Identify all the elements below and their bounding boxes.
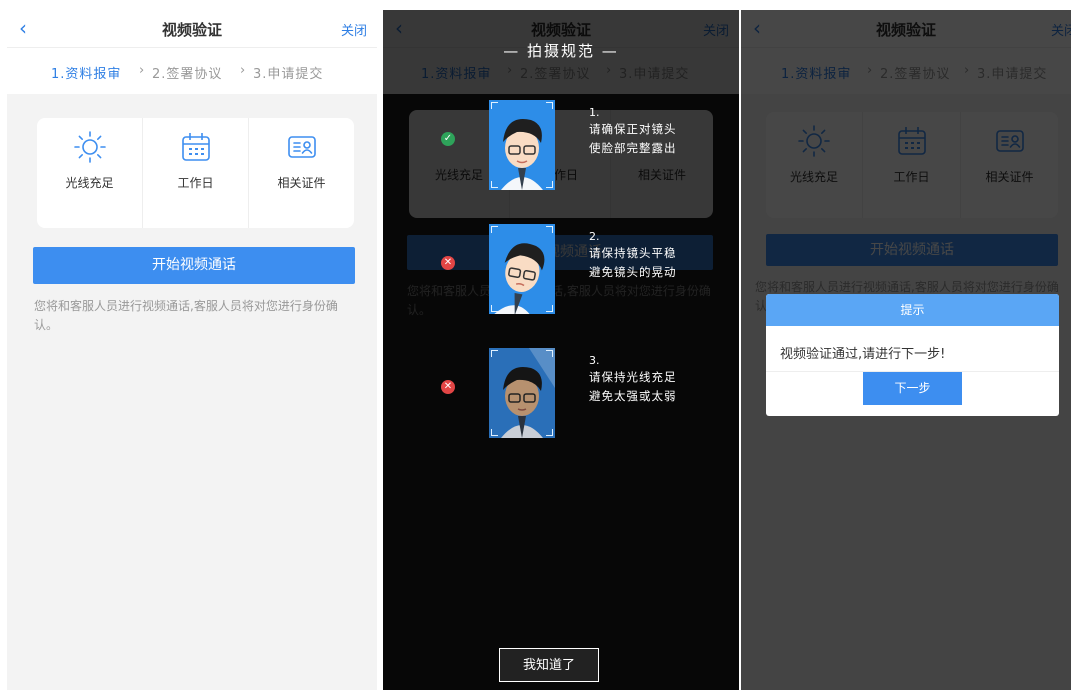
rule-text: 使脸部完整露出 <box>589 141 677 155</box>
guide-rule-1: ✓ 1. 请确保正对镜头 使脸部完整露出 <box>383 100 739 195</box>
guide-rule-2: ✕ 2. 请保持镜头平稳 避免镜头的晃动 <box>383 224 739 322</box>
face-illustration <box>489 348 555 438</box>
close-button[interactable]: 关闭 <box>341 20 367 39</box>
verify-success-screen: ‹ 视频验证 关闭 1.资料报审 › 2.签署协议 › 3.申请提交 光线充足 <box>741 10 1071 690</box>
requirement-light: 光线充足 <box>37 118 143 228</box>
id-card-icon <box>287 136 316 158</box>
face-illustration <box>489 224 555 322</box>
rule-text: 请保持光线充足 <box>589 370 677 384</box>
guide-screen: ‹ 视频验证 关闭 1.资料报审 › 2.签署协议 › 3.申请提交 光线充足 … <box>383 10 739 690</box>
requirement-label: 相关证件 <box>277 176 326 190</box>
rule-text: 避免太强或太弱 <box>589 389 677 403</box>
sun-icon <box>73 131 106 163</box>
rule-text: 避免镜头的晃动 <box>589 265 677 279</box>
requirement-workday: 工作日 <box>143 118 249 228</box>
cross-icon: ✕ <box>441 380 455 394</box>
step-2: 2.签署协议 <box>152 67 223 82</box>
step-separator: › <box>240 63 247 78</box>
next-step-button[interactable]: 下一步 <box>863 372 962 405</box>
dialog-title: 提示 <box>766 294 1059 326</box>
step-3: 3.申请提交 <box>253 67 324 82</box>
got-it-button[interactable]: 我知道了 <box>499 648 599 682</box>
rule-text: 请确保正对镜头 <box>589 122 677 136</box>
calendar-icon <box>181 133 210 161</box>
step-separator: › <box>139 63 146 78</box>
face-illustration <box>489 100 555 190</box>
guide-overlay: — 拍摄规范 — ✓ 1. 请确保正对镜头 使脸部完整露出 ✕ 2. 请保持镜头… <box>383 10 739 690</box>
requirement-label: 光线充足 <box>65 176 114 190</box>
step-1: 1.资料报审 <box>51 67 122 82</box>
requirement-id: 相关证件 <box>249 118 354 228</box>
dialog-message: 视频验证通过,请进行下一步! <box>780 347 946 362</box>
rule-number: 3. <box>589 354 600 367</box>
rule-number: 2. <box>589 230 600 243</box>
step-progress: 1.资料报审 › 2.签署协议 › 3.申请提交 <box>7 47 377 94</box>
guide-rule-3: ✕ 3. 请保持光线充足 避免太强或太弱 <box>383 348 739 443</box>
requirement-label: 工作日 <box>177 176 214 190</box>
rule-number: 1. <box>589 106 600 119</box>
rule-text: 请保持镜头平稳 <box>589 246 677 260</box>
page-title: 视频验证 <box>161 21 222 39</box>
success-dialog: 提示 视频验证通过,请进行下一步! 下一步 <box>766 294 1059 416</box>
start-video-call-button[interactable]: 开始视频通话 <box>33 247 355 284</box>
cross-icon: ✕ <box>441 256 455 270</box>
check-icon: ✓ <box>441 132 455 146</box>
guide-title: — 拍摄规范 — <box>503 42 619 60</box>
hint-text: 您将和客服人员进行视频通话,客服人员将对您进行身份确认。 <box>34 299 338 332</box>
verify-page: ‹ 视频验证 关闭 1.资料报审 › 2.签署协议 › 3.申请提交 光线充足 <box>7 10 377 690</box>
requirements-card: 光线充足 工作日 相关证件 <box>37 118 354 228</box>
nav-bar: ‹ 视频验证 关闭 <box>7 10 377 47</box>
